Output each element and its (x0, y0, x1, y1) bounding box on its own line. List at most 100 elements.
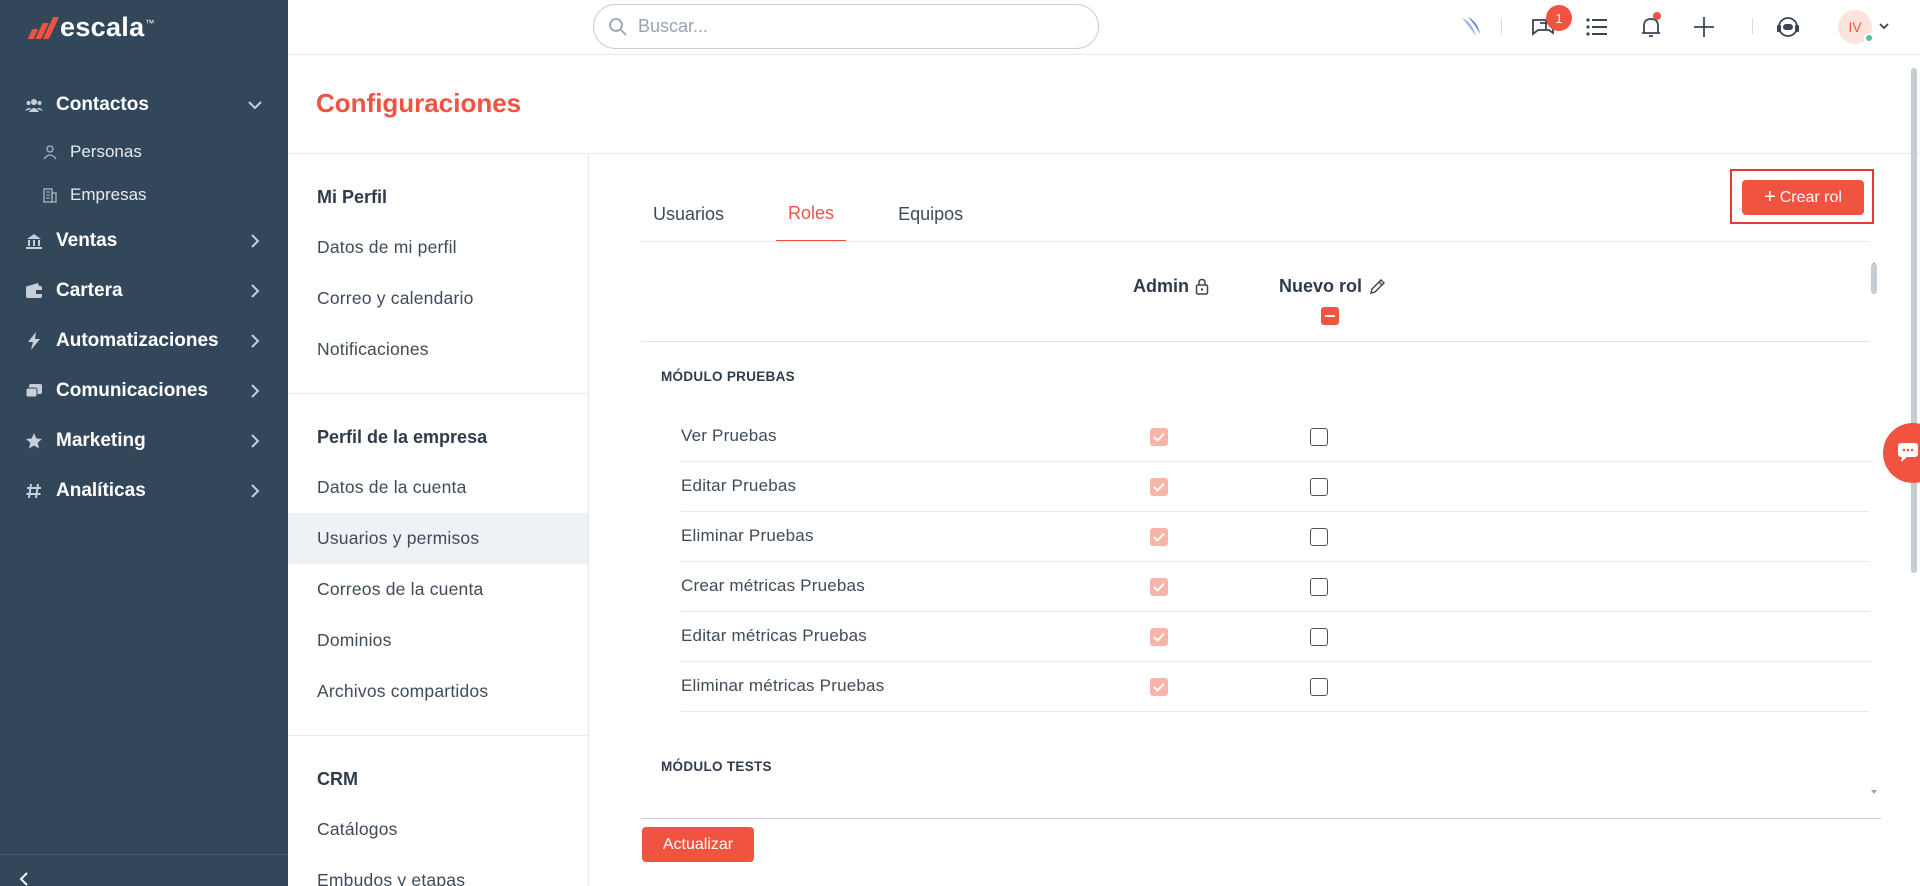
settings-item-notificaciones[interactable]: Notificaciones (288, 324, 588, 375)
tab-equipos[interactable]: Equipos (886, 186, 975, 242)
new-role-checkbox[interactable] (1310, 478, 1328, 496)
module-title: MÓDULO PRUEBAS (661, 369, 795, 384)
page-scrollbar-thumb[interactable] (1911, 68, 1917, 573)
bird-logo-icon[interactable] (1458, 14, 1484, 40)
nav-sub-label-personas: Personas (70, 141, 142, 161)
settings-item-dominios[interactable]: Dominios (288, 615, 588, 666)
nav-label-analiticas: Analíticas (56, 480, 146, 501)
tabs-divider (641, 241, 1870, 242)
search-input[interactable] (638, 16, 1078, 37)
chat-bubble-icon (1898, 443, 1918, 462)
escala-logo[interactable]: escala ™ (27, 12, 155, 43)
topbar-separator (1752, 18, 1753, 34)
permission-row: Editar métricas Pruebas (641, 612, 1870, 662)
permission-row: Ver Pruebas (641, 412, 1870, 462)
hash-icon (24, 481, 44, 501)
nav-item-cartera[interactable]: Cartera (0, 266, 288, 316)
chevron-right-icon[interactable] (246, 232, 264, 250)
nav-item-automatizaciones[interactable]: Automatizaciones (0, 316, 288, 366)
settings-item-correo-calendario[interactable]: Correo y calendario (288, 273, 588, 324)
tab-roles[interactable]: Roles (776, 186, 847, 242)
list-icon[interactable] (1584, 14, 1610, 40)
notification-badge: 1 (1546, 5, 1572, 31)
settings-item-datos-perfil[interactable]: Datos de mi perfil (288, 222, 588, 273)
new-role-checkbox[interactable] (1310, 678, 1328, 696)
new-role-checkbox[interactable] (1310, 578, 1328, 596)
nav-sub-personas[interactable]: Personas (0, 130, 288, 173)
settings-item-usuarios-permisos[interactable]: Usuarios y permisos (288, 513, 588, 564)
settings-item-embudos-etapas[interactable]: Embudos y etapas (288, 855, 588, 886)
deselect-all-checkbox[interactable] (1321, 307, 1339, 325)
admin-checkbox-checked (1150, 578, 1168, 596)
column-header-new-role[interactable]: Nuevo rol (1279, 276, 1386, 297)
settings-menu: Mi Perfil Datos de mi perfil Correo y ca… (288, 154, 589, 886)
settings-item-archivos-compartidos[interactable]: Archivos compartidos (288, 666, 588, 717)
admin-checkbox-checked (1150, 528, 1168, 546)
topbar-separator (1501, 18, 1502, 34)
chevron-right-icon[interactable] (246, 432, 264, 450)
update-button[interactable]: Actualizar (642, 827, 754, 862)
chevron-right-icon[interactable] (246, 482, 264, 500)
settings-item-catalogos[interactable]: Catálogos (288, 804, 588, 855)
chevron-left-icon[interactable] (18, 871, 30, 886)
bell-alert-dot (1653, 12, 1661, 20)
nav-item-contactos[interactable]: Contactos (0, 80, 288, 130)
settings-item-correos-cuenta[interactable]: Correos de la cuenta (288, 564, 588, 615)
nav-item-ventas[interactable]: Ventas (0, 216, 288, 266)
settings-item-datos-cuenta[interactable]: Datos de la cuenta (288, 462, 588, 513)
admin-checkbox-checked (1150, 478, 1168, 496)
row-divider (1088, 711, 1870, 712)
logo-trademark: ™ (145, 17, 155, 28)
settings-section-header: Perfil de la empresa (317, 426, 488, 447)
admin-checkbox-checked (1150, 678, 1168, 696)
settings-section-crm: CRM Catálogos Embudos y etapas (288, 736, 588, 886)
support-icon[interactable] (1775, 14, 1801, 40)
nav-item-marketing[interactable]: Marketing (0, 416, 288, 466)
search-box[interactable] (593, 4, 1099, 49)
scroll-down-arrow[interactable] (1871, 790, 1877, 794)
star-icon (24, 431, 44, 451)
online-status-dot (1864, 33, 1874, 43)
chat-widget-button[interactable] (1883, 423, 1920, 483)
plus-icon[interactable] (1691, 14, 1717, 40)
permission-row: Eliminar Pruebas (641, 512, 1870, 562)
nav-sub-label-empresas: Empresas (70, 184, 147, 204)
permission-row: Eliminar métricas Pruebas (641, 662, 1870, 712)
new-role-checkbox[interactable] (1310, 628, 1328, 646)
settings-section-header: Mi Perfil (317, 186, 388, 207)
chevron-down-icon[interactable] (246, 96, 264, 114)
column-label-new-role: Nuevo rol (1279, 276, 1363, 296)
chevron-down-icon[interactable] (1879, 22, 1889, 30)
pencil-icon[interactable] (1368, 278, 1386, 296)
admin-checkbox-checked (1150, 428, 1168, 446)
create-role-button[interactable]: + Crear rol (1742, 180, 1864, 215)
nav-sub-empresas[interactable]: Empresas (0, 173, 288, 216)
person-icon (43, 144, 57, 159)
nav-item-comunicaciones[interactable]: Comunicaciones (0, 366, 288, 416)
chevron-right-icon[interactable] (246, 332, 264, 350)
lock-icon (1195, 278, 1209, 295)
sidebar: escala ™ Contactos Personas Empresas Ven… (0, 0, 288, 886)
nav-label-ventas: Ventas (56, 230, 118, 251)
chevron-right-icon[interactable] (246, 382, 264, 400)
inner-scrollbar-thumb[interactable] (1871, 264, 1877, 294)
new-role-checkbox[interactable] (1310, 428, 1328, 446)
permission-label: Eliminar Pruebas (681, 526, 814, 545)
permission-row: Crear métricas Pruebas (641, 562, 1870, 612)
permission-row: Editar Pruebas (641, 462, 1870, 512)
nav-label-contactos: Contactos (56, 94, 149, 115)
wallet-icon (24, 281, 44, 301)
main-nav: Contactos Personas Empresas Ventas Carte… (0, 80, 288, 516)
building-icon (43, 187, 57, 203)
new-role-checkbox[interactable] (1310, 528, 1328, 546)
nav-label-cartera: Cartera (56, 280, 123, 301)
settings-section-mi-perfil: Mi Perfil Datos de mi perfil Correo y ca… (288, 154, 588, 375)
chevron-right-icon[interactable] (246, 282, 264, 300)
permission-label: Editar Pruebas (681, 476, 797, 495)
sidebar-collapse[interactable] (0, 854, 288, 886)
nav-label-comunicaciones: Comunicaciones (56, 380, 209, 401)
tab-usuarios[interactable]: Usuarios (641, 186, 736, 242)
search-icon (609, 17, 627, 36)
permission-label: Ver Pruebas (681, 426, 777, 445)
nav-item-analiticas[interactable]: Analíticas (0, 466, 288, 516)
